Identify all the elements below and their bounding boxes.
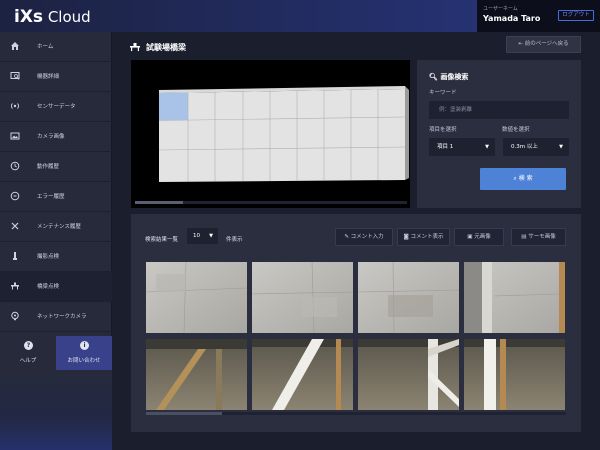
- comment-input-button[interactable]: ✎ コメント入力: [335, 228, 393, 246]
- camera-arm-icon: [13, 252, 17, 260]
- sidebar-item-device-detail[interactable]: 機器詳細: [0, 62, 112, 92]
- speech-bubble-icon: ◙: [403, 234, 409, 240]
- comment-show-button[interactable]: ◙ コメント表示: [397, 228, 450, 246]
- bridge-icon: [130, 43, 140, 52]
- sidebar-item-photo-inspection[interactable]: 撮影点検: [0, 242, 112, 272]
- number-select-label: 数値を選択: [502, 127, 530, 133]
- sidebar-item-label: 橋梁点検: [37, 284, 60, 290]
- item-select-label: 項目を選択: [429, 127, 457, 133]
- keyword-label: キーワード: [429, 90, 457, 96]
- bridge-deck-model[interactable]: [131, 60, 410, 200]
- viewer-scroll-thumb[interactable]: [135, 201, 183, 204]
- main-content: 試験場橋梁 ⇤ 前のページへ戻る 🔍︎ 画像検索 キーワード 例：塗装剥離 項目…: [113, 32, 600, 450]
- sidebar-item-home[interactable]: ホーム: [0, 32, 112, 62]
- search-results-panel: 検索結果一覧 10 ▼ 件表示 ✎ コメント入力 ◙ コメント表示 ▣ 元画像 ▤…: [131, 214, 581, 432]
- user-box: ユーザーネーム Yamada Taro ログアウト: [477, 0, 600, 32]
- results-scroll-thumb[interactable]: [146, 412, 222, 415]
- sidebar-item-operation-history[interactable]: 動作履歴: [0, 152, 112, 182]
- result-image[interactable]: [252, 339, 353, 410]
- sidebar-item-label: エラー履歴: [37, 194, 65, 200]
- selected-cell[interactable]: [159, 92, 188, 121]
- app-logo[interactable]: iXs Cloud: [14, 7, 91, 27]
- result-image[interactable]: [146, 339, 247, 410]
- logout-button[interactable]: ログアウト: [558, 10, 594, 21]
- viewer-scrollbar[interactable]: [135, 201, 407, 204]
- number-select[interactable]: 0.3m 以上 ▼: [503, 138, 569, 156]
- keyword-input[interactable]: [429, 101, 569, 119]
- search-button[interactable]: ⌕ 検 索: [480, 168, 566, 190]
- result-image[interactable]: [358, 262, 459, 333]
- error-icon: [10, 191, 20, 201]
- app-window: iXs Cloud ユーザーネーム Yamada Taro ログアウト ホーム …: [0, 0, 600, 450]
- search-title: 🔍︎ 画像検索: [429, 73, 469, 81]
- sidebar-item-network-camera[interactable]: ネットワークカメラ: [0, 302, 112, 332]
- item-select[interactable]: 項目 1 ▼: [429, 138, 495, 156]
- image-results-grid: [146, 262, 566, 410]
- sidebar-fill: [0, 370, 112, 450]
- sidebar-item-label: 動作履歴: [37, 164, 60, 170]
- help-icon: ?: [24, 341, 33, 350]
- sidebar-footer: ? ヘルプ i お問い合わせ: [0, 336, 112, 370]
- result-image[interactable]: [464, 262, 565, 333]
- sidebar-item-label: カメラ画像: [37, 134, 65, 140]
- clock-icon: [10, 161, 20, 171]
- sidebar-item-maintenance-history[interactable]: メンテナンス履歴: [0, 212, 112, 242]
- network-camera-icon: [11, 311, 19, 321]
- result-image[interactable]: [464, 339, 565, 410]
- image-icon: ▣: [467, 234, 473, 240]
- caret-down-icon: ▼: [485, 144, 489, 150]
- sidebar-item-label: メンテナンス履歴: [37, 224, 81, 230]
- user-role-label: ユーザーネーム: [483, 6, 518, 12]
- sidebar-item-label: ホーム: [37, 44, 54, 50]
- results-label: 検索結果一覧: [145, 237, 179, 243]
- contact-button[interactable]: i お問い合わせ: [56, 336, 112, 370]
- thermo-image-icon: ▤: [521, 234, 527, 240]
- caret-down-icon: ▼: [559, 144, 563, 150]
- results-scrollbar[interactable]: [146, 412, 566, 415]
- help-label: ヘルプ: [19, 358, 37, 364]
- wrench-icon: [11, 222, 19, 230]
- result-count-select[interactable]: 10 ▼: [187, 228, 218, 244]
- search-icon: 🔍︎: [429, 73, 438, 81]
- result-image[interactable]: [146, 262, 247, 333]
- bottom-area: [113, 436, 600, 450]
- sidebar-item-label: センサーデータ: [37, 104, 76, 110]
- results-suffix: 件表示: [226, 237, 243, 243]
- back-button-label: 前のページへ戻る: [524, 41, 569, 47]
- bridge-3d-viewer[interactable]: [131, 60, 410, 208]
- original-image-button[interactable]: ▣ 元画像: [454, 228, 504, 246]
- sidebar-item-label: 撮影点検: [37, 254, 60, 260]
- sidebar-item-label: ネットワークカメラ: [37, 314, 87, 320]
- home-icon: [11, 42, 19, 50]
- bridge-icon: [11, 282, 19, 290]
- help-button[interactable]: ? ヘルプ: [0, 336, 56, 370]
- sidebar-item-bridge-inspection[interactable]: 橋梁点検: [0, 272, 112, 302]
- image-icon: [10, 132, 20, 140]
- sidebar-item-sensor-data[interactable]: センサーデータ: [0, 92, 112, 122]
- sidebar: ホーム 機器詳細 センサーデータ カメラ画像 動作履歴 エラー履歴 メンテナンス…: [0, 32, 112, 450]
- sidebar-item-error-history[interactable]: エラー履歴: [0, 182, 112, 212]
- page-title: 試験場橋梁: [146, 43, 186, 52]
- image-search-panel: 🔍︎ 画像検索 キーワード 項目を選択 数値を選択 項目 1▼ 0.3m 以上▼…: [417, 60, 581, 208]
- result-image[interactable]: [252, 262, 353, 333]
- device-detail-icon: [10, 72, 20, 80]
- back-button[interactable]: ⇤ 前のページへ戻る: [506, 36, 581, 53]
- top-bar: iXs Cloud ユーザーネーム Yamada Taro ログアウト: [0, 0, 600, 32]
- pencil-icon: ✎: [344, 234, 349, 240]
- user-name: Yamada Taro: [483, 14, 541, 23]
- result-image[interactable]: [358, 339, 459, 410]
- contact-label: お問い合わせ: [67, 358, 101, 364]
- sidebar-item-camera-image[interactable]: カメラ画像: [0, 122, 112, 152]
- search-icon: ⌕: [513, 175, 517, 182]
- sidebar-item-label: 機器詳細: [37, 74, 60, 80]
- caret-down-icon: ▼: [209, 233, 213, 239]
- sensor-icon: [11, 103, 19, 109]
- info-icon: i: [80, 341, 89, 350]
- thermo-image-button[interactable]: ▤ サーモ画像: [511, 228, 566, 246]
